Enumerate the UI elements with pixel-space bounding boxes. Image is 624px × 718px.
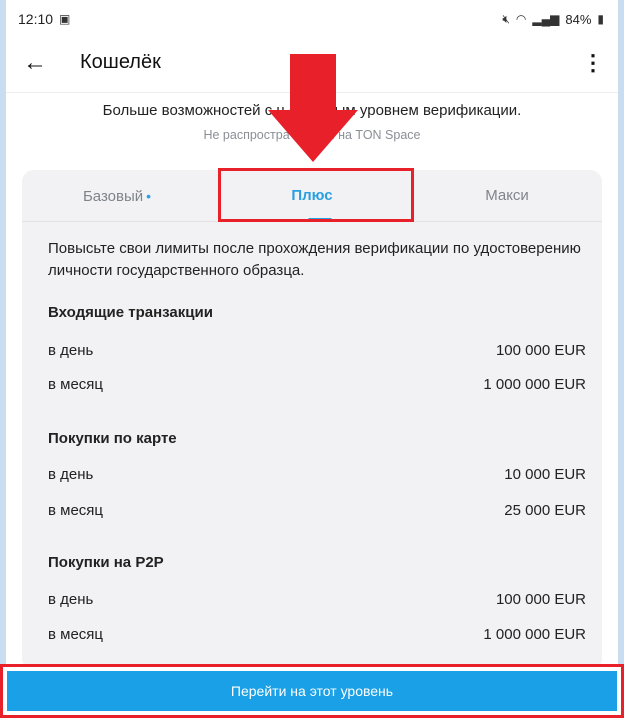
- limit-value: 100 000 EUR: [495, 591, 586, 608]
- app-screen: 12:10 ▣ 🔇︎ ◠ ▂▄▆ 84% ▮ ← Кошелёк ⋮ Больш…: [6, 0, 618, 718]
- limit-period: в месяц: [48, 502, 104, 519]
- status-bar: 12:10 ▣ 🔇︎ ◠ ▂▄▆ 84% ▮: [6, 0, 618, 38]
- annotation-arrow-icon: [268, 110, 358, 162]
- section-title-p2p: Покупки на P2P: [48, 554, 164, 571]
- limit-row: в месяц 1 000 000 EUR: [48, 376, 586, 398]
- go-to-level-button[interactable]: Перейти на этот уровень: [7, 671, 617, 711]
- limit-value: 1 000 000 EUR: [483, 626, 586, 643]
- tab-plus[interactable]: Плюс: [212, 170, 412, 222]
- current-level-dot: •: [146, 188, 152, 204]
- arrow-left-icon[interactable]: ←: [20, 48, 50, 78]
- annotation-cta-highlight: Перейти на этот уровень: [0, 664, 624, 718]
- battery-level: 84%: [565, 11, 592, 27]
- section-title-card: Покупки по карте: [48, 430, 177, 447]
- limit-row: в день 100 000 EUR: [48, 342, 586, 364]
- signal-icon: ▂▄▆: [532, 12, 560, 26]
- limit-row: в день 100 000 EUR: [48, 591, 586, 613]
- limit-period: в день: [48, 591, 94, 608]
- annotation-arrow-shaft: [290, 54, 336, 112]
- tab-max-label: Макси: [485, 187, 529, 204]
- gallery-icon: ▣: [59, 12, 71, 26]
- wifi-icon: ◠: [515, 12, 527, 26]
- limit-period: в день: [48, 466, 94, 483]
- more-vertical-icon[interactable]: ⋮: [582, 48, 604, 78]
- level-tabs: Базовый • Плюс Макси: [22, 170, 602, 222]
- limit-row: в месяц 1 000 000 EUR: [48, 626, 586, 648]
- limit-period: в месяц: [48, 376, 104, 393]
- tab-basic-label: Базовый: [82, 188, 144, 205]
- limit-value: 1 000 000 EUR: [483, 376, 586, 393]
- limit-period: в месяц: [48, 626, 104, 643]
- status-time: 12:10: [18, 11, 54, 27]
- limit-value: 100 000 EUR: [495, 342, 586, 359]
- page-title: Кошелёк: [80, 51, 161, 73]
- levels-card: Базовый • Плюс Макси Повысьте свои лимиты…: [22, 170, 602, 670]
- tabs-divider: [22, 221, 602, 222]
- section-title-incoming: Входящие транзакции: [48, 304, 213, 321]
- tab-max[interactable]: Макси: [412, 170, 602, 222]
- battery-icon: ▮: [597, 12, 604, 26]
- limit-value: 10 000 EUR: [504, 466, 586, 483]
- limit-period: в день: [48, 342, 94, 359]
- level-description: Повысьте свои лимиты после прохождения в…: [48, 240, 581, 279]
- tab-plus-label: Плюс: [291, 187, 333, 204]
- limit-row: в месяц 25 000 EUR: [48, 502, 586, 524]
- tab-basic[interactable]: Базовый •: [22, 170, 212, 222]
- limit-value: 25 000 EUR: [504, 502, 586, 519]
- mute-icon: 🔇︎: [502, 11, 510, 26]
- limit-row: в день 10 000 EUR: [48, 466, 586, 488]
